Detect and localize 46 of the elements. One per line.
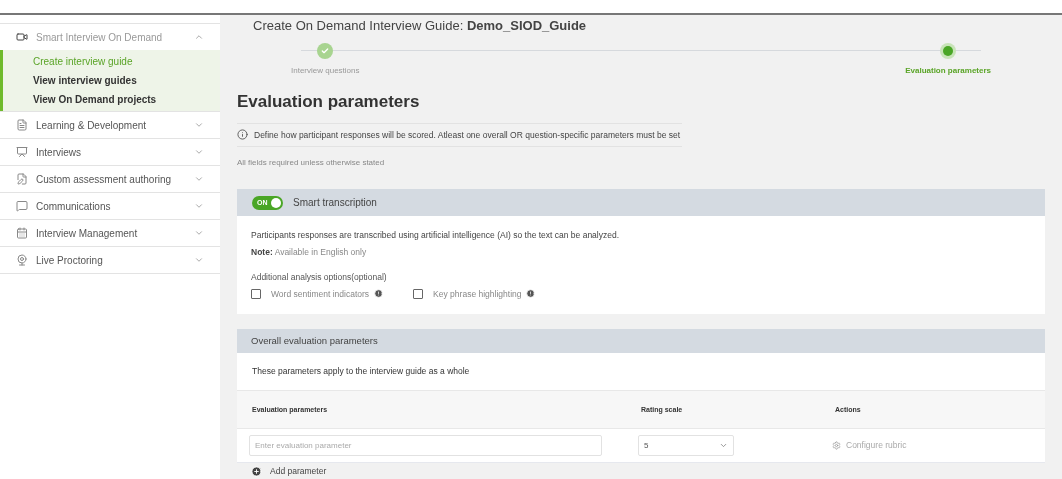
sidebar-section-header[interactable]: Learning & Development <box>0 112 220 138</box>
sidebar-link[interactable]: View interview guides <box>3 71 220 90</box>
sidebar-section-header[interactable]: Interview Management <box>0 220 220 246</box>
add-parameter-button[interactable]: Add parameter <box>251 465 1045 478</box>
description-text: These parameters apply to the interview guide as a whole <box>252 365 470 379</box>
calendar-icon <box>16 227 28 239</box>
video-camera-icon <box>16 31 28 43</box>
chevron-icon <box>194 32 204 42</box>
input-field[interactable]: Enter evaluation parameter <box>249 435 602 457</box>
chevron-icon <box>194 201 204 211</box>
gear-icon <box>832 441 841 451</box>
section-heading: Evaluation parameters <box>237 91 421 113</box>
document-icon <box>16 119 28 131</box>
message-icon <box>16 200 28 212</box>
info-icon[interactable] <box>374 289 384 299</box>
step-label: Evaluation parameters <box>905 65 991 77</box>
options-label: Additional analysis options(optional) <box>251 270 388 284</box>
required-note: All fields required unless otherwise stated <box>237 157 386 170</box>
card-title: Overall evaluation parameters <box>251 334 378 349</box>
info-text: Define how participant responses will be scored. Atleast one overall OR question-specific parameters must be set <box>254 128 681 142</box>
sidebar-section-header[interactable]: Custom assessment authoring <box>0 166 220 192</box>
sidebar-section-header[interactable]: Communications <box>0 193 220 219</box>
chevron-icon <box>194 147 204 157</box>
checkbox[interactable] <box>413 288 424 299</box>
step-label: Interview questions <box>291 65 360 77</box>
rating-scale-dropdown[interactable]: 5 <box>638 435 734 457</box>
chevron-icon <box>194 255 204 265</box>
checkbox[interactable] <box>251 288 261 299</box>
sidebar-link[interactable]: View On Demand projects <box>3 90 220 109</box>
note-text: Note: Available in English only <box>251 246 368 259</box>
edit-document-icon <box>16 173 28 185</box>
webcam-icon <box>16 254 28 266</box>
presentation-icon <box>16 146 28 158</box>
plus-icon <box>251 466 262 478</box>
card-title: Smart transcription <box>293 196 377 211</box>
chevron-icon <box>194 120 204 130</box>
checkbox-label: Key phrase highlighting <box>433 287 522 301</box>
chevron-icon <box>194 174 204 184</box>
description-text: Participants responses are transcribed using artificial intelligence (AI) so the text can be analyzed. <box>251 229 621 242</box>
page-title: Create On Demand Interview Guide: Demo_SIOD_Guide <box>252 17 588 35</box>
checkbox-label: Word sentiment indicators <box>271 287 370 301</box>
sidebar-section-header[interactable]: Live Proctoring <box>0 247 220 273</box>
chevron-icon <box>194 228 204 238</box>
sidebar-section-header[interactable]: Interviews <box>0 139 220 165</box>
info-icon <box>237 129 248 141</box>
info-icon[interactable] <box>526 289 536 299</box>
